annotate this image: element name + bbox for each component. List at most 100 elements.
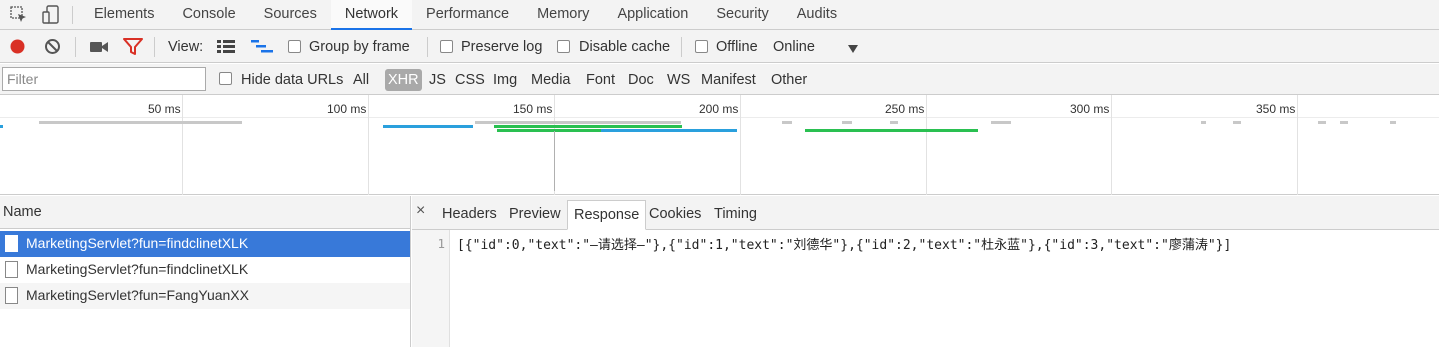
close-icon[interactable]: × — [416, 202, 425, 220]
filter-icon[interactable] — [123, 38, 143, 59]
request-detail-panel: × Headers Preview Response Cookies Timin… — [412, 196, 1439, 347]
tick-label: 350 ms — [1256, 102, 1296, 116]
tick-gridline — [1297, 95, 1298, 195]
response-viewer[interactable]: 1 [{"id":0,"text":"—请选择—"},{"id":1,"text… — [412, 230, 1439, 347]
line-number: 1 — [437, 236, 445, 251]
request-bar — [601, 129, 737, 132]
offline-label: Offline — [716, 39, 758, 55]
tab-cookies[interactable]: Cookies — [643, 200, 707, 230]
request-row[interactable]: MarketingServlet?fun=findclinetXLK — [0, 231, 410, 257]
record-icon[interactable] — [9, 38, 26, 58]
network-overview[interactable]: 50 ms 100 ms 150 ms 200 ms 250 ms 300 ms… — [0, 95, 1439, 195]
filter-type-media[interactable]: Media — [528, 69, 574, 91]
offline-checkbox[interactable] — [695, 40, 708, 53]
tabbar-divider — [72, 6, 73, 24]
device-toolbar-icon[interactable] — [40, 4, 62, 26]
line-number-gutter: 1 — [412, 230, 450, 347]
large-rows-icon[interactable] — [217, 39, 235, 56]
request-bar — [842, 121, 852, 124]
view-label: View: — [168, 39, 204, 55]
filter-input[interactable] — [2, 67, 206, 91]
tick-label: 50 ms — [148, 102, 181, 116]
filter-type-all[interactable]: All — [350, 69, 372, 91]
panel-tabs: Elements Console Sources Network Perform… — [80, 0, 851, 30]
request-bar — [1201, 121, 1206, 124]
tab-timing[interactable]: Timing — [708, 200, 763, 230]
request-bar — [782, 121, 792, 124]
request-bar — [1390, 121, 1396, 124]
request-bar — [1340, 121, 1348, 124]
document-icon — [5, 261, 18, 278]
tab-headers[interactable]: Headers — [436, 200, 503, 230]
tick-gridline — [1111, 95, 1112, 195]
request-bar — [805, 129, 978, 132]
chevron-down-icon[interactable] — [847, 41, 859, 57]
filter-type-css[interactable]: CSS — [452, 69, 488, 91]
request-bar — [1233, 121, 1241, 124]
request-row[interactable]: MarketingServlet?fun=findclinetXLK — [0, 257, 410, 283]
devtools-tab-bar: Elements Console Sources Network Perform… — [0, 0, 1439, 30]
filter-bar: Hide data URLs All XHR JS CSS Img Media … — [0, 64, 1439, 95]
tab-preview[interactable]: Preview — [503, 200, 567, 230]
filter-type-js[interactable]: JS — [426, 69, 449, 91]
tab-response[interactable]: Response — [567, 200, 647, 230]
hide-data-urls-checkbox[interactable] — [219, 72, 232, 85]
tab-audits[interactable]: Audits — [783, 0, 851, 30]
tick-gridline — [926, 95, 927, 195]
name-column-header[interactable]: Name — [0, 196, 410, 229]
document-icon — [5, 287, 18, 304]
request-bar — [383, 125, 473, 128]
request-bar — [475, 121, 681, 124]
toolbar-divider — [75, 37, 76, 57]
request-bar — [0, 125, 3, 128]
tick-label: 100 ms — [327, 102, 367, 116]
network-toolbar: View: Group by frame Preserve log Disabl… — [0, 30, 1439, 63]
tick-gridline — [182, 95, 183, 195]
request-name: MarketingServlet?fun=FangYuanXX — [26, 287, 249, 303]
filter-type-font[interactable]: Font — [583, 69, 618, 91]
detail-tab-bar: × Headers Preview Response Cookies Timin… — [412, 196, 1439, 230]
filter-type-xhr[interactable]: XHR — [385, 69, 422, 91]
waterfall-overview-icon[interactable] — [251, 39, 273, 56]
tab-console[interactable]: Console — [168, 0, 249, 30]
filter-type-manifest[interactable]: Manifest — [698, 69, 759, 91]
tab-performance[interactable]: Performance — [412, 0, 523, 30]
request-bar — [494, 125, 682, 128]
filter-type-ws[interactable]: WS — [664, 69, 693, 91]
toolbar-divider — [681, 37, 682, 57]
tab-network[interactable]: Network — [330, 0, 413, 30]
throttling-select[interactable]: Online — [773, 38, 815, 56]
request-row[interactable]: MarketingServlet?fun=FangYuanXX — [0, 283, 410, 309]
request-name: MarketingServlet?fun=findclinetXLK — [26, 261, 249, 277]
clear-icon[interactable] — [44, 38, 61, 58]
group-by-frame-checkbox[interactable] — [288, 40, 301, 53]
request-bar — [554, 131, 555, 191]
tick-label: 250 ms — [885, 102, 925, 116]
tick-gridline — [740, 95, 741, 195]
document-icon — [5, 235, 18, 252]
tab-elements[interactable]: Elements — [80, 0, 168, 30]
group-by-frame-label: Group by frame — [309, 39, 410, 55]
overview-divider — [0, 117, 1439, 118]
preserve-log-checkbox[interactable] — [440, 40, 453, 53]
tick-label: 150 ms — [513, 102, 553, 116]
tick-gridline — [368, 95, 369, 195]
toolbar-divider — [154, 37, 155, 57]
response-body: [{"id":0,"text":"—请选择—"},{"id":1,"text":… — [457, 238, 1232, 253]
inspect-element-icon[interactable] — [8, 4, 30, 26]
request-bar — [991, 121, 1011, 124]
preserve-log-label: Preserve log — [461, 39, 543, 55]
disable-cache-checkbox[interactable] — [557, 40, 570, 53]
filter-type-other[interactable]: Other — [768, 69, 810, 91]
filter-type-doc[interactable]: Doc — [625, 69, 657, 91]
requests-panel: Name MarketingServlet?fun=findclinetXLK … — [0, 196, 411, 347]
tab-security[interactable]: Security — [702, 0, 782, 30]
hide-data-urls-label: Hide data URLs — [241, 72, 344, 88]
name-column-label: Name — [3, 204, 42, 220]
tab-memory[interactable]: Memory — [523, 0, 603, 30]
request-bar — [39, 121, 242, 124]
filter-type-img[interactable]: Img — [490, 69, 520, 91]
tab-sources[interactable]: Sources — [250, 0, 331, 30]
tab-application[interactable]: Application — [603, 0, 702, 30]
capture-screenshots-icon[interactable] — [89, 39, 109, 58]
